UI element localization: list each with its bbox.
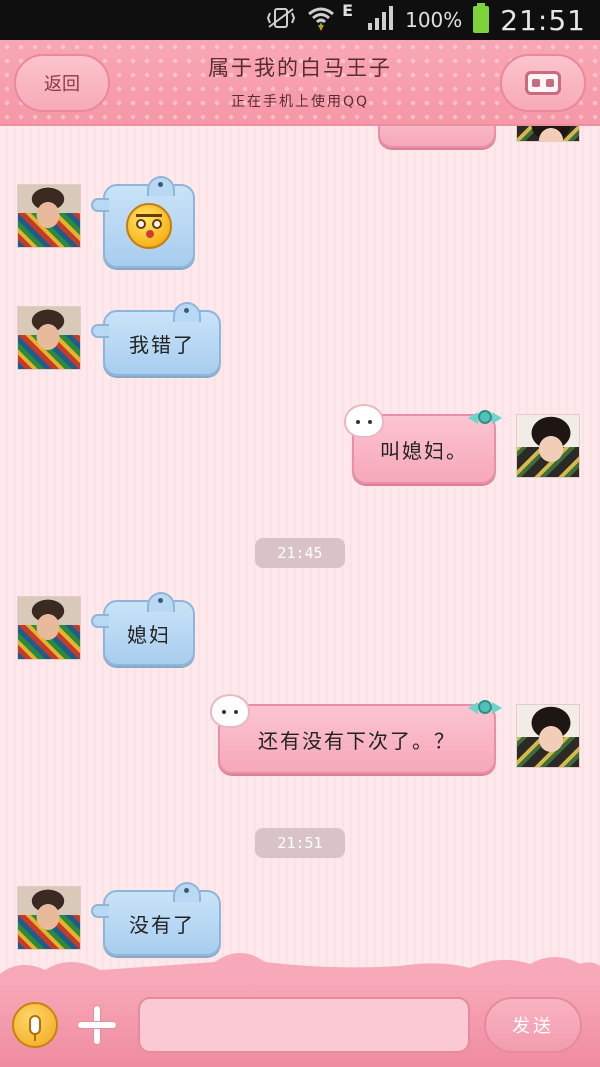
message-input[interactable] xyxy=(138,997,470,1053)
chat-header: 返回 属于我的白马王子 正在手机上使用QQ xyxy=(0,40,600,126)
battery-icon xyxy=(472,3,490,37)
chat-area[interactable]: 我错了 叫媳妇。 21:45 媳妇 还有没有下次了。？ 21:51 没有了 xyxy=(0,126,600,986)
timestamp: 21:51 xyxy=(255,828,345,858)
profile-menu-button[interactable] xyxy=(500,54,586,112)
signal-icon xyxy=(367,6,395,34)
avatar[interactable] xyxy=(516,126,580,142)
partial-message-bubble xyxy=(378,126,496,148)
status-bar: E 100% 21:51 xyxy=(0,0,600,40)
message-bubble[interactable]: 叫媳妇。 xyxy=(344,404,502,484)
timestamp: 21:45 xyxy=(255,538,345,568)
vibrate-mute-icon xyxy=(266,6,296,34)
shocked-face-icon xyxy=(126,203,172,249)
avatar[interactable] xyxy=(17,184,81,248)
message-text: 媳妇 xyxy=(127,622,171,647)
microphone-icon xyxy=(29,1015,41,1041)
message-bubble[interactable] xyxy=(91,176,195,268)
network-type: E xyxy=(342,0,354,20)
profile-card-icon xyxy=(525,71,561,95)
add-attachment-button[interactable] xyxy=(76,1004,118,1046)
candy-icon xyxy=(468,406,502,428)
message-text: 叫媳妇。 xyxy=(380,438,468,463)
wifi-icon xyxy=(306,5,336,35)
message-bubble[interactable]: 还有没有下次了。？ xyxy=(210,694,502,774)
bear-icon xyxy=(210,694,250,728)
message-text: 我错了 xyxy=(129,332,195,357)
message-text: 没有了 xyxy=(129,912,195,937)
message-bubble[interactable]: 我错了 xyxy=(91,302,221,376)
message-bubble[interactable]: 媳妇 xyxy=(91,592,195,666)
voice-button[interactable] xyxy=(12,1002,58,1048)
message-bubble[interactable]: 没有了 xyxy=(91,882,221,956)
avatar[interactable] xyxy=(516,704,580,768)
battery-percent: 100% xyxy=(405,8,463,32)
message-text: 还有没有下次了。？ xyxy=(258,728,456,753)
avatar[interactable] xyxy=(17,886,81,950)
avatar[interactable] xyxy=(17,306,81,370)
send-button[interactable]: 发送 xyxy=(484,997,582,1053)
bear-icon xyxy=(344,404,384,438)
status-time: 21:51 xyxy=(500,3,586,37)
avatar[interactable] xyxy=(17,596,81,660)
candy-icon xyxy=(468,696,502,718)
avatar[interactable] xyxy=(516,414,580,478)
